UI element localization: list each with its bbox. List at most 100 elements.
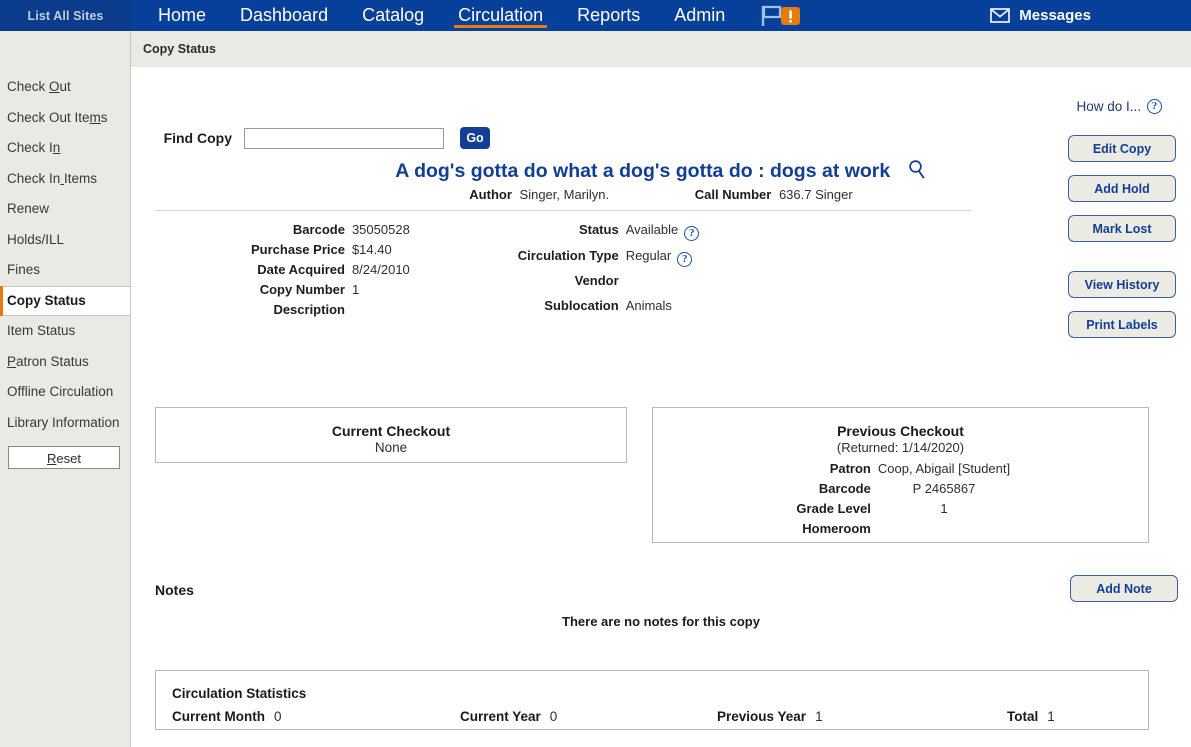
sidebar-item-label: Fines: [7, 262, 40, 277]
notes-empty-message: There are no notes for this copy: [131, 614, 1191, 629]
author-label: Author: [469, 187, 512, 202]
copy-detail-row: Circulation TypeRegular?: [518, 248, 699, 274]
list-all-sites-button[interactable]: List All Sites: [0, 0, 131, 31]
record-subheader: Author Singer, Marilyn. Call Number 636.…: [131, 187, 1191, 202]
how-do-i-label: How do I...: [1076, 99, 1141, 114]
edit-copy-button[interactable]: Edit Copy: [1068, 135, 1176, 162]
nav-item-dashboard[interactable]: Dashboard: [223, 0, 345, 31]
nav-item-admin[interactable]: Admin: [657, 0, 742, 31]
nav-item-reports[interactable]: Reports: [560, 0, 657, 31]
record-title-row: A dog's gotta do what a dog's gotta do :…: [131, 159, 1191, 184]
view-history-button[interactable]: View History: [1068, 271, 1176, 298]
copy-detail-value: Animals: [619, 298, 700, 322]
sidebar-item-copy-status[interactable]: Copy Status: [0, 286, 130, 317]
sidebar-item-check-in[interactable]: Check In: [0, 133, 130, 164]
stat-value: 1: [1047, 709, 1055, 724]
go-button[interactable]: Go: [460, 127, 490, 149]
previous-checkout-field-label: Barcode: [791, 481, 871, 501]
add-hold-button[interactable]: Add Hold: [1068, 175, 1176, 202]
stat-label: Current Year: [460, 709, 541, 724]
sidebar-item-label: Library Information: [7, 415, 120, 430]
copy-detail-label: Barcode: [251, 222, 345, 242]
messages-button[interactable]: Messages: [990, 0, 1091, 31]
stat-current-year: Current Year0: [460, 709, 717, 724]
copy-detail-label: Purchase Price: [251, 242, 345, 262]
previous-checkout-field-label: Grade Level: [791, 501, 871, 521]
find-copy-label: Find Copy: [152, 130, 232, 146]
sidebar-item-label: Renew: [7, 201, 49, 216]
copy-detail-value: 1: [345, 282, 410, 302]
nav-item-home[interactable]: Home: [141, 0, 223, 31]
list-all-sites-label: List All Sites: [28, 9, 104, 23]
sidebar-item-label: Copy Status: [7, 293, 86, 308]
copy-detail-row: Barcode35050528: [251, 222, 410, 242]
copy-details-left-column: Barcode35050528Purchase Price$14.40Date …: [251, 222, 410, 322]
sidebar-item-label: Check In Items: [7, 171, 97, 186]
flag-alert-icon: [760, 4, 804, 28]
stat-value: 1: [815, 709, 823, 724]
author-value: Singer, Marilyn.: [520, 187, 610, 202]
previous-checkout-field-value: Coop, Abigail [Student]: [871, 461, 1010, 481]
previous-checkout-title: Previous Checkout: [653, 423, 1148, 439]
copy-details: Barcode35050528Purchase Price$14.40Date …: [131, 222, 991, 322]
add-note-button[interactable]: Add Note: [1070, 575, 1178, 602]
sidebar-item-check-in-items[interactable]: Check In Items: [0, 164, 130, 195]
author-pair: Author Singer, Marilyn.: [469, 187, 609, 202]
find-copy-input[interactable]: [244, 128, 444, 149]
sidebar-item-check-out[interactable]: Check Out: [0, 72, 130, 103]
sidebar: Check Out Check Out Items Check In Check In…: [0, 31, 131, 747]
button-group-separator: [1068, 255, 1178, 271]
copy-detail-label: Date Acquired: [251, 262, 345, 282]
messages-label: Messages: [1019, 7, 1091, 24]
copy-detail-value: 8/24/2010: [345, 262, 410, 282]
action-button-group: Edit Copy Add Hold Mark Lost View History Pr…: [1068, 135, 1178, 351]
nav-item-circulation[interactable]: Circulation: [441, 0, 560, 31]
question-circle-icon[interactable]: ?: [684, 226, 699, 241]
sidebar-item-label: Check In: [7, 140, 60, 155]
copy-detail-row: Vendor: [518, 273, 699, 297]
copy-detail-value: Regular?: [619, 248, 700, 274]
sidebar-item-label: Check Out: [7, 79, 71, 94]
print-labels-button[interactable]: Print Labels: [1068, 311, 1176, 338]
call-number-label: Call Number: [695, 187, 772, 202]
sidebar-item-label: Item Status: [7, 323, 75, 338]
sidebar-item-item-status[interactable]: Item Status: [0, 316, 130, 347]
magnifier-icon-button[interactable]: [907, 159, 927, 184]
breadcrumb: Copy Status: [143, 42, 216, 56]
previous-checkout-field-label: Patron: [791, 461, 871, 481]
stat-label: Previous Year: [717, 709, 806, 724]
sidebar-item-check-out-items[interactable]: Check Out Items: [0, 103, 130, 134]
sidebar-item-renew[interactable]: Renew: [0, 194, 130, 225]
flag-alert-button[interactable]: [742, 0, 814, 31]
previous-checkout-returned-date: (Returned: 1/14/2020): [653, 440, 1148, 455]
sidebar-item-library-information[interactable]: Library Information: [0, 408, 130, 439]
nav-item-catalog[interactable]: Catalog: [345, 0, 441, 31]
copy-detail-value: 35050528: [345, 222, 410, 242]
reset-button[interactable]: Reset: [8, 446, 120, 469]
copy-detail-value: [345, 302, 410, 322]
copy-detail-value: [619, 273, 700, 297]
copy-detail-row: SublocationAnimals: [518, 298, 699, 322]
sidebar-item-fines[interactable]: Fines: [0, 255, 130, 286]
nav-item-label: Catalog: [362, 5, 424, 26]
previous-checkout-panel: Previous Checkout (Returned: 1/14/2020) …: [652, 407, 1149, 543]
copy-detail-label: Copy Number: [251, 282, 345, 302]
copy-details-right-column: StatusAvailable?Circulation TypeRegular?…: [518, 222, 699, 322]
circulation-statistics-title: Circulation Statistics: [172, 686, 1148, 701]
mark-lost-button[interactable]: Mark Lost: [1068, 215, 1176, 242]
question-circle-icon[interactable]: ?: [677, 252, 692, 267]
stat-label: Total: [1007, 709, 1038, 724]
copy-detail-label: Status: [518, 222, 619, 248]
sidebar-item-offline-circulation[interactable]: Offline Circulation: [0, 377, 130, 408]
copy-detail-row: StatusAvailable?: [518, 222, 699, 248]
previous-checkout-field-row: Grade Level1: [791, 501, 1010, 521]
copy-detail-row: Date Acquired8/24/2010: [251, 262, 410, 282]
copy-detail-label: Vendor: [518, 273, 619, 297]
nav-item-label: Admin: [674, 5, 725, 26]
previous-checkout-field-value: 1: [871, 501, 1010, 521]
sidebar-item-holds-ill[interactable]: Holds/ILL: [0, 225, 130, 256]
horizontal-divider: [155, 210, 971, 211]
how-do-i-help-link[interactable]: How do I... ?: [1076, 99, 1162, 114]
sidebar-item-list: Check Out Check Out Items Check In Check In…: [0, 72, 130, 438]
sidebar-item-patron-status[interactable]: Patron Status: [0, 347, 130, 378]
